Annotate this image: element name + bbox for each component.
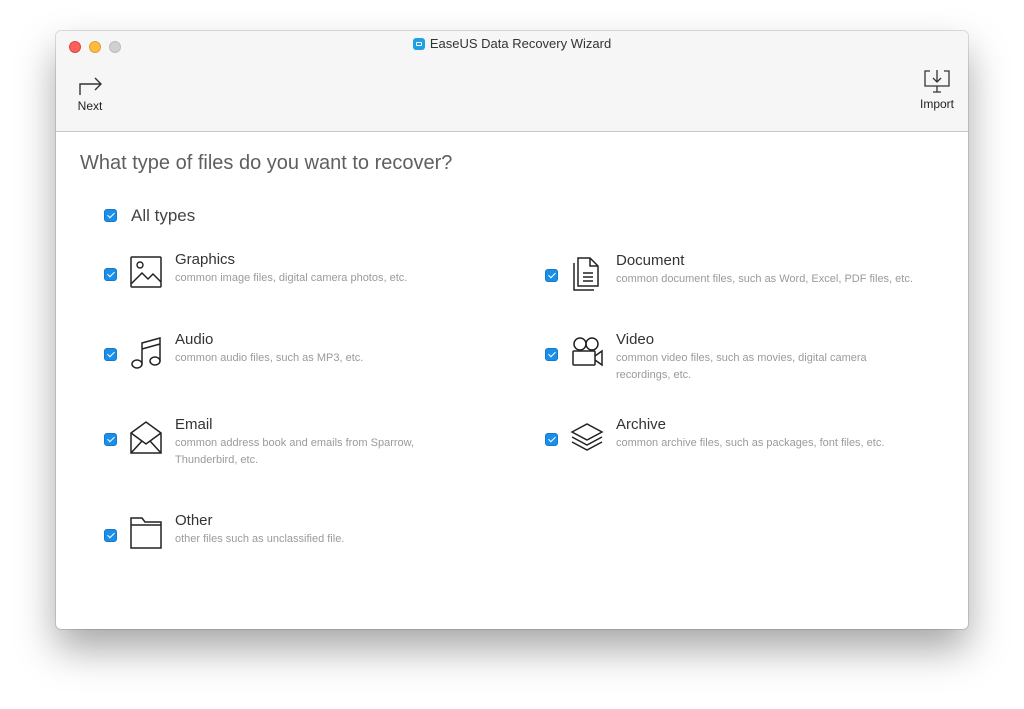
envelope-icon <box>130 421 162 454</box>
audio-checkbox[interactable] <box>104 348 117 361</box>
graphics-description: common image files, digital camera photo… <box>175 272 408 284</box>
import-button[interactable]: Import <box>912 70 962 111</box>
video-name: Video <box>616 331 655 348</box>
next-button[interactable]: Next <box>70 73 110 113</box>
layers-icon <box>570 423 604 451</box>
email-checkbox[interactable] <box>104 433 117 446</box>
graphics-name: Graphics <box>175 251 236 268</box>
file-type-other[interactable]: Other other files such as unclassified f… <box>104 512 484 576</box>
email-description: common address book and emails from Spar… <box>175 437 415 466</box>
graphics-checkbox[interactable] <box>104 268 117 281</box>
titlebar: EaseUS Data Recovery Wizard Next Import <box>56 31 968 132</box>
video-checkbox[interactable] <box>545 348 558 361</box>
audio-description: common audio files, such as MP3, etc. <box>175 352 364 364</box>
app-window: EaseUS Data Recovery Wizard Next Import … <box>56 31 968 629</box>
page-title: What type of files do you want to recove… <box>80 152 453 174</box>
all-types-checkbox[interactable] <box>104 209 117 222</box>
archive-name: Archive <box>616 416 667 433</box>
window-title: EaseUS Data Recovery Wizard <box>56 36 968 53</box>
email-name: Email <box>175 416 213 433</box>
file-type-document[interactable]: Document common document files, such as … <box>545 252 925 316</box>
music-note-icon <box>131 337 161 369</box>
video-description: common video files, such as movies, digi… <box>616 352 867 381</box>
file-type-email[interactable]: Email common address book and emails fro… <box>104 416 484 480</box>
file-type-graphics[interactable]: Graphics common image files, digital cam… <box>104 251 484 315</box>
archive-checkbox[interactable] <box>545 433 558 446</box>
folder-icon <box>130 517 162 549</box>
file-type-video[interactable]: Video common video files, such as movies… <box>545 331 925 395</box>
audio-name: Audio <box>175 331 214 348</box>
document-checkbox[interactable] <box>545 269 558 282</box>
app-logo-icon <box>412 37 425 50</box>
all-types-label: All types <box>131 206 196 225</box>
archive-description: common archive files, such as packages, … <box>616 437 885 449</box>
window-title-text: EaseUS Data Recovery Wizard <box>429 36 612 51</box>
import-icon <box>924 70 950 93</box>
document-name: Document <box>616 252 685 269</box>
document-icon <box>573 257 599 291</box>
next-label: Next <box>77 99 103 113</box>
document-description: common document files, such as Word, Exc… <box>616 273 913 285</box>
forward-arrow-icon <box>79 77 102 95</box>
video-camera-icon <box>572 337 603 367</box>
other-description: other files such as unclassified file. <box>175 533 345 545</box>
file-type-audio[interactable]: Audio common audio files, such as MP3, e… <box>104 331 484 395</box>
other-checkbox[interactable] <box>104 529 117 542</box>
file-type-archive[interactable]: Archive common archive files, such as pa… <box>545 416 925 480</box>
image-icon <box>130 256 162 288</box>
import-label: Import <box>919 97 954 111</box>
other-name: Other <box>175 512 213 529</box>
